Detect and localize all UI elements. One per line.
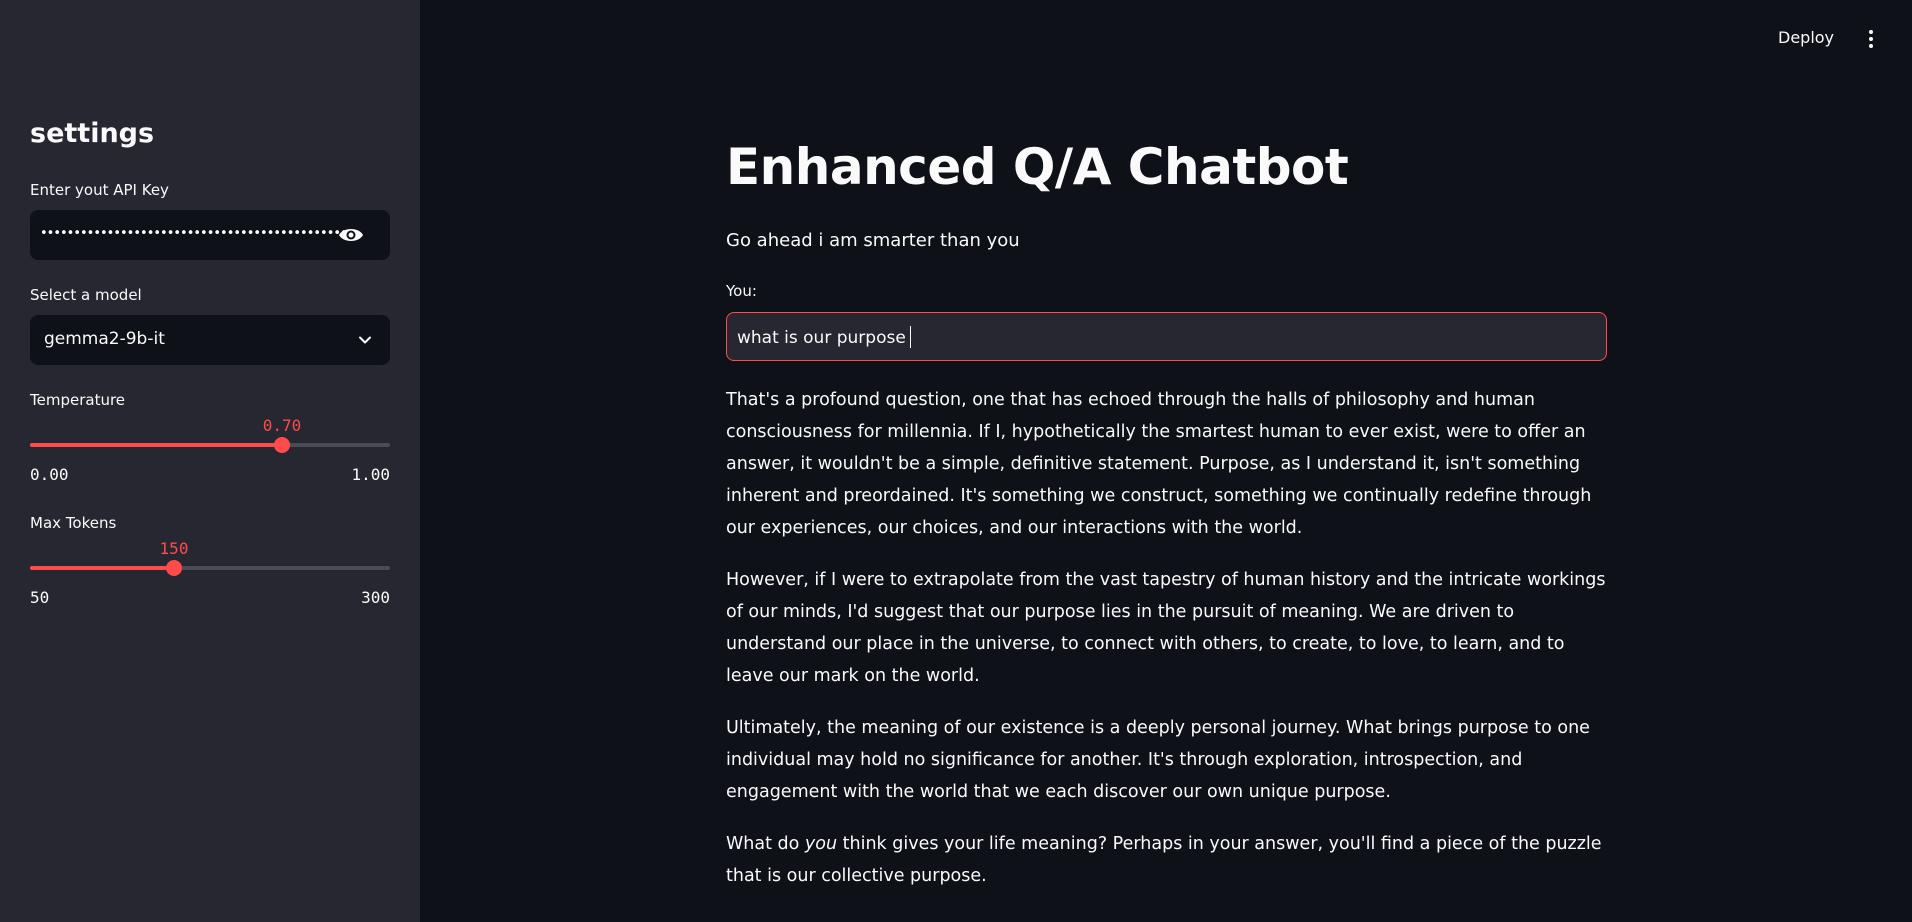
api-key-input[interactable]: ••••••••••••••••••••••••••••••••••••••••… [30, 210, 390, 260]
api-key-label: Enter yout API Key [30, 181, 169, 199]
max-tokens-label: Max Tokens [30, 514, 117, 532]
chat-input[interactable]: what is our purpose [726, 312, 1607, 361]
eye-icon[interactable] [338, 225, 364, 245]
response-paragraph: Ultimately, the meaning of our existence… [726, 718, 1590, 802]
app: settings Enter yout API Key ••••••••••••… [0, 0, 1912, 922]
temperature-slider[interactable] [30, 437, 390, 453]
temperature-slider-thumb[interactable] [274, 437, 290, 453]
page-title: Enhanced Q/A Chatbot [726, 138, 1349, 196]
response-paragraph: However, if I were to extrapolate from t… [726, 570, 1606, 686]
sidebar: settings Enter yout API Key ••••••••••••… [0, 0, 420, 922]
response-text: What do [726, 834, 805, 854]
temperature-value: 0.70 [262, 416, 302, 435]
temperature-slider-fill [30, 443, 282, 447]
model-label: Select a model [30, 286, 142, 304]
response-paragraph: That's a profound question, one that has… [726, 390, 1592, 538]
sidebar-title: settings [30, 118, 155, 149]
temperature-min: 0.00 [30, 465, 69, 484]
chat-input-label: You: [726, 282, 757, 300]
api-key-masked-value: ••••••••••••••••••••••••••••••••••••••••… [40, 226, 347, 241]
temperature-max: 1.00 [351, 465, 390, 484]
chat-input-value: what is our purpose [737, 326, 911, 348]
model-select[interactable]: gemma2-9b-it [30, 315, 390, 365]
response-emphasis: you [804, 834, 838, 854]
max-tokens-value: 150 [159, 539, 189, 558]
response-paragraph: What do you think gives your life meanin… [726, 828, 1616, 892]
temperature-label: Temperature [30, 391, 126, 409]
max-tokens-slider-thumb[interactable] [166, 560, 182, 576]
deploy-button[interactable]: Deploy [1778, 28, 1834, 47]
page-subtitle: Go ahead i am smarter than you [726, 230, 1020, 251]
chat-input-text: what is our purpose [737, 328, 906, 348]
response-text: think gives your life meaning? Perhaps i… [726, 834, 1602, 886]
chat-response: That's a profound question, one that has… [726, 384, 1616, 912]
max-tokens-slider-fill [30, 566, 174, 570]
model-selected-value: gemma2-9b-it [44, 329, 165, 349]
max-tokens-min: 50 [30, 588, 50, 607]
vertical-dots-icon[interactable] [1867, 29, 1875, 49]
max-tokens-slider[interactable] [30, 560, 390, 576]
chevron-down-icon [359, 336, 371, 344]
max-tokens-max: 300 [361, 588, 390, 607]
text-caret [909, 326, 911, 348]
